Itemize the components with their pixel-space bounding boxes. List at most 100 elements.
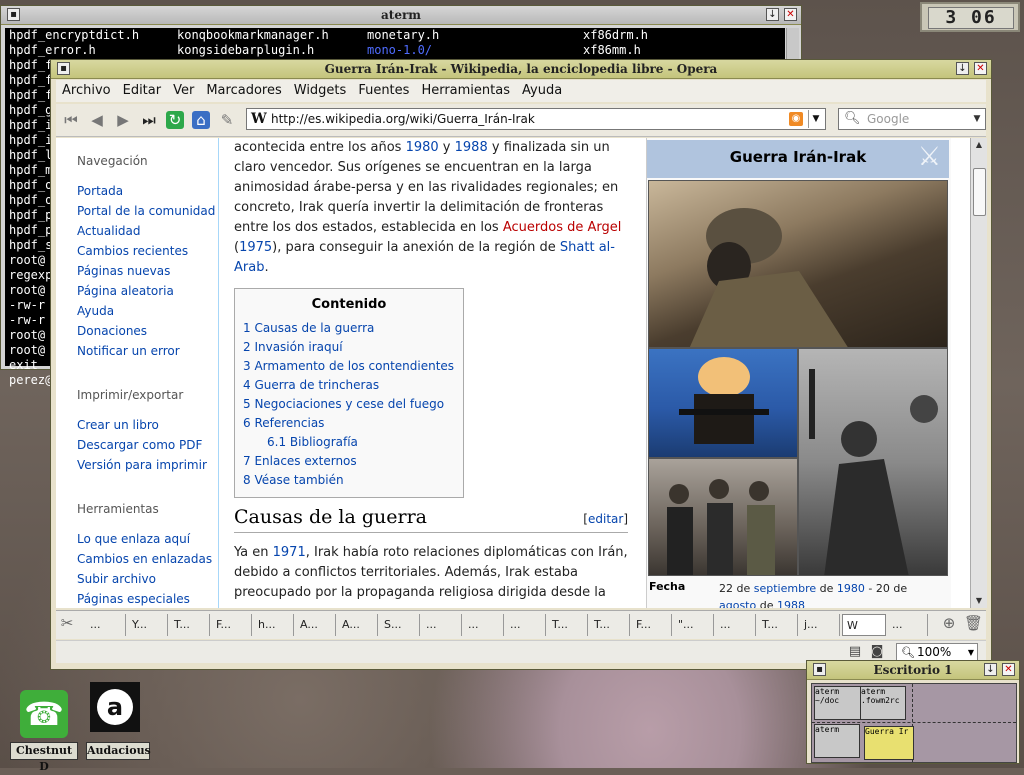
opera-window[interactable]: Guerra Irán-Irak - Wikipedia, la enciclo… <box>50 59 992 670</box>
forward-icon[interactable]: ▶ <box>114 111 132 129</box>
sidebar-link[interactable]: Lo que enlaza aquí <box>77 532 190 546</box>
home-icon[interactable]: ⌂ <box>192 111 210 129</box>
trash-icon[interactable]: 🗑︎ <box>964 614 983 632</box>
back-icon[interactable]: ◀ <box>88 111 106 129</box>
link-fecha-1988[interactable]: 1988 <box>777 599 805 608</box>
minimize-icon[interactable]: ↓ <box>766 8 779 21</box>
menu-herramientas[interactable]: Herramientas <box>415 80 516 102</box>
sidebar-link[interactable]: Cambios en enlazadas <box>77 552 212 566</box>
menu-ayuda[interactable]: Ayuda <box>516 80 568 102</box>
browser-tab[interactable]: F... <box>632 614 672 636</box>
new-tab-icon[interactable]: ⊕ <box>940 614 958 632</box>
browser-tab[interactable]: ... <box>888 614 928 636</box>
sidebar-link[interactable]: Descargar como PDF <box>77 438 202 452</box>
close-icon[interactable]: ✕ <box>784 8 797 21</box>
page-scrollbar[interactable]: ▲ ▼ <box>970 138 987 608</box>
close-icon[interactable]: ✕ <box>1002 663 1015 676</box>
link-1975[interactable]: 1975 <box>239 240 272 255</box>
window-menu-icon[interactable]: ▪ <box>7 8 20 21</box>
window-menu-icon[interactable]: ▪ <box>813 663 826 676</box>
burning-oil-platform-photo[interactable] <box>648 348 798 458</box>
toc-item[interactable]: 4 Guerra de trincheras <box>243 378 379 392</box>
sidebar-link[interactable]: Páginas especiales <box>77 592 190 606</box>
phone-app-icon[interactable]: ☎ <box>12 682 72 742</box>
browser-tab[interactable]: A... <box>296 614 336 636</box>
browser-tab[interactable]: T... <box>170 614 210 636</box>
soldiers-celebrating-photo[interactable] <box>798 348 948 576</box>
zoom-dropdown-icon[interactable]: ▼ <box>968 644 974 661</box>
mini-window-aterm[interactable]: aterm ~/doc <box>814 686 864 720</box>
browser-tab[interactable]: j... <box>800 614 840 636</box>
sidebar-link[interactable]: Notificar un error <box>77 344 180 358</box>
browser-tab[interactable]: F... <box>212 614 252 636</box>
reload-icon[interactable]: ↻ <box>166 111 184 129</box>
browser-tab[interactable]: ... <box>422 614 462 636</box>
tools-icon[interactable]: ✂ <box>58 614 76 632</box>
opera-titlebar[interactable]: Guerra Irán-Irak - Wikipedia, la enciclo… <box>51 60 991 79</box>
link-agosto[interactable]: agosto <box>719 599 756 608</box>
audacious-app-icon[interactable]: a <box>86 682 146 742</box>
address-field[interactable]: W http://es.wikipedia.org/wiki/Guerra_Ir… <box>246 108 826 130</box>
edit-pencil-icon[interactable]: ✎ <box>218 111 236 129</box>
window-menu-icon[interactable]: ▪ <box>57 62 70 75</box>
camera-icon[interactable]: ◙ <box>868 643 886 661</box>
scrollbar-thumb[interactable] <box>973 168 986 216</box>
browser-tab[interactable]: ... <box>464 614 504 636</box>
edit-link[interactable]: editar <box>588 512 623 526</box>
menu-marcadores[interactable]: Marcadores <box>200 80 287 102</box>
toc-item[interactable]: 2 Invasión iraquí <box>243 340 343 354</box>
sidebar-link[interactable]: Versión para imprimir <box>77 458 207 472</box>
rss-feed-icon[interactable]: ◉ <box>789 112 803 126</box>
toc-item[interactable]: 8 Véase también <box>243 473 344 487</box>
menu-archivo[interactable]: Archivo <box>56 80 117 102</box>
menu-fuentes[interactable]: Fuentes <box>352 80 415 102</box>
browser-tab[interactable]: ... <box>86 614 126 636</box>
browser-tab[interactable]: Y... <box>128 614 168 636</box>
link-1971[interactable]: 1971 <box>273 545 306 560</box>
mini-window-opera[interactable]: Guerra Ir <box>864 726 914 760</box>
web-page[interactable]: Navegación Portada Portal de la comunidad A… <box>56 138 970 608</box>
browser-tab[interactable]: T... <box>590 614 630 636</box>
menu-editar[interactable]: Editar <box>117 80 168 102</box>
sidebar-link[interactable]: Portal de la comunidad <box>77 204 215 218</box>
sidebar-link[interactable]: Actualidad <box>77 224 141 238</box>
browser-tab[interactable]: T... <box>548 614 588 636</box>
toc-item[interactable]: 5 Negociaciones y cese del fuego <box>243 397 444 411</box>
link-1988[interactable]: 1988 <box>455 140 488 155</box>
tab-active-wikipedia[interactable]: W <box>842 614 886 636</box>
search-engine-dropdown-icon[interactable]: ▼ <box>971 110 983 128</box>
minimize-icon[interactable]: ↓ <box>984 663 997 676</box>
scroll-down-icon[interactable]: ▼ <box>971 594 987 608</box>
aterm-titlebar[interactable]: aterm <box>1 6 801 25</box>
minimize-icon[interactable]: ↓ <box>956 62 969 75</box>
menu-widgets[interactable]: Widgets <box>288 80 353 102</box>
sidebar-link[interactable]: Página aleatoria <box>77 284 174 298</box>
soldier-gasmask-photo[interactable] <box>648 180 948 348</box>
sidebar-link[interactable]: Ayuda <box>77 304 114 318</box>
scroll-up-icon[interactable]: ▲ <box>971 138 987 152</box>
link-septiembre[interactable]: septiembre <box>754 582 816 595</box>
link-acuerdos-de-argel[interactable]: Acuerdos de Argel <box>503 220 622 235</box>
sidebar-link[interactable]: Cambios recientes <box>77 244 188 258</box>
menu-ver[interactable]: Ver <box>167 80 200 102</box>
sidebar-link[interactable]: Portada <box>77 184 123 198</box>
toc-item[interactable]: 6 Referencias <box>243 416 324 430</box>
diplomatic-handshake-photo[interactable] <box>648 458 798 576</box>
rewind-icon[interactable]: ⏮ <box>62 111 80 129</box>
close-icon[interactable]: ✕ <box>974 62 987 75</box>
toc-item[interactable]: 7 Enlaces externos <box>243 454 357 468</box>
browser-tab[interactable]: ... <box>506 614 546 636</box>
pager-workspace-view[interactable]: aterm ~/doc aterm .fowm2rc aterm Guerra Ir <box>811 683 1017 763</box>
browser-tab[interactable]: h... <box>254 614 294 636</box>
toc-item[interactable]: 6.1 Bibliografía <box>267 435 358 449</box>
address-dropdown-icon[interactable]: ▼ <box>808 110 823 128</box>
search-input[interactable]: 🔍︎ Google ▼ <box>838 108 986 130</box>
toc-item[interactable]: 3 Armamento de los contendientes <box>243 359 454 373</box>
sidebar-link[interactable]: Crear un libro <box>77 418 159 432</box>
mini-window-aterm-3[interactable]: aterm <box>814 724 860 758</box>
link-fecha-1980[interactable]: 1980 <box>837 582 865 595</box>
toc-item[interactable]: 1 Causas de la guerra <box>243 321 374 335</box>
sidebar-link[interactable]: Páginas nuevas <box>77 264 170 278</box>
browser-tab[interactable]: S... <box>380 614 420 636</box>
sidebar-link[interactable]: Donaciones <box>77 324 147 338</box>
